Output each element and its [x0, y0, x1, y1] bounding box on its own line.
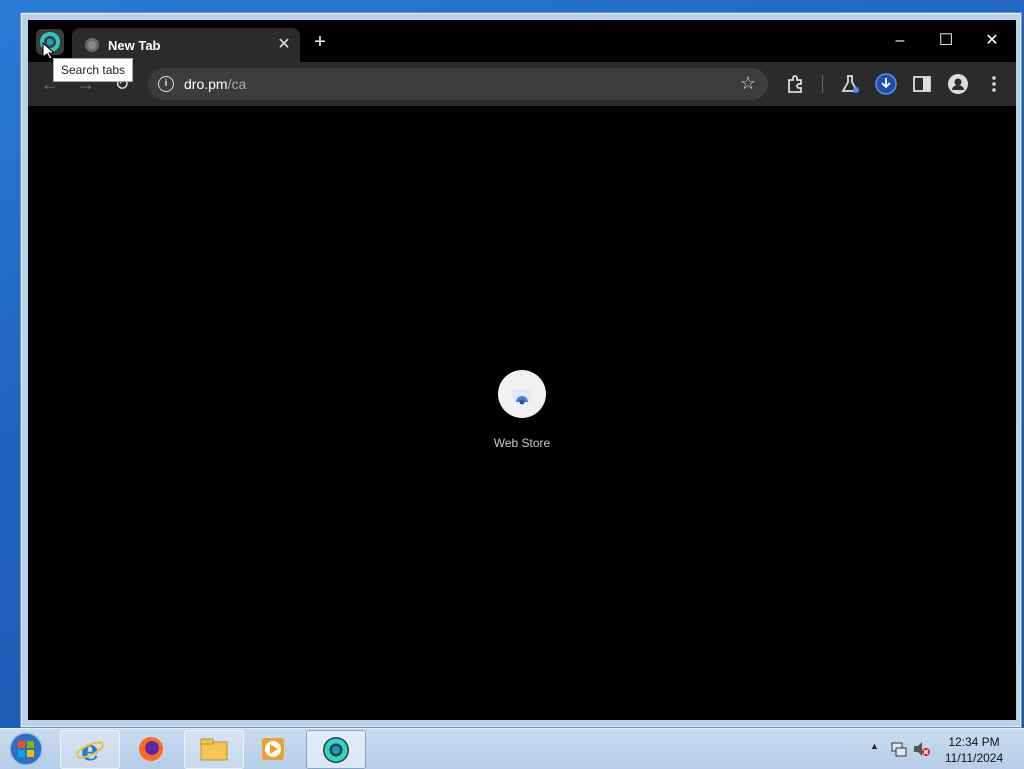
windows-start-icon[interactable] — [6, 731, 46, 767]
browser-window: New Tab ✕ + – ☐ ✕ ← → ↻ i dro.pm/ca ☆ We… — [28, 20, 1016, 720]
taskbar: e ▲ 12:34 PM 11/11/2024 — [0, 728, 1024, 769]
taskbar-media-player[interactable] — [244, 730, 302, 767]
shortcut-tile — [498, 370, 546, 418]
taskbar-file-explorer[interactable] — [184, 730, 244, 769]
close-window-button[interactable]: ✕ — [969, 26, 1015, 56]
toolbar-separator — [822, 75, 823, 93]
show-hidden-icons-icon[interactable]: ▲ — [870, 741, 879, 751]
media-player-icon — [262, 737, 284, 760]
taskbar-internet-explorer[interactable]: e — [60, 730, 120, 769]
internet-explorer-icon: e — [76, 735, 104, 765]
file-explorer-icon — [200, 738, 228, 760]
taskbar-firefox[interactable] — [122, 730, 180, 767]
network-icon[interactable] — [890, 740, 908, 758]
menu-icon[interactable] — [982, 72, 1006, 96]
chrome-dev-icon — [323, 736, 349, 763]
shortcut-label: Web Store — [493, 436, 551, 450]
taskbar-chrome-dev[interactable] — [306, 730, 366, 769]
download-icon[interactable] — [874, 72, 898, 96]
tab-new-tab[interactable]: New Tab ✕ — [72, 28, 300, 62]
clock-time: 12:34 PM — [948, 735, 1000, 749]
system-clock[interactable]: 12:34 PM 11/11/2024 — [936, 734, 1012, 766]
url-path: /ca — [227, 76, 247, 92]
search-tabs-tooltip: Search tabs — [53, 58, 134, 82]
new-tab-button[interactable]: + — [310, 32, 330, 52]
new-tab-page: Web Store — [28, 106, 1016, 720]
extensions-icon[interactable] — [784, 72, 808, 96]
site-info-icon[interactable]: i — [158, 76, 174, 92]
tab-close-icon[interactable]: ✕ — [274, 35, 294, 55]
mouse-cursor-icon — [42, 42, 54, 60]
url-text: dro.pm/ca — [184, 76, 246, 92]
bookmark-star-icon[interactable]: ☆ — [740, 73, 756, 94]
web-store-icon — [513, 389, 531, 405]
profile-icon[interactable] — [946, 72, 970, 96]
maximize-button[interactable]: ☐ — [923, 26, 969, 56]
side-panel-icon[interactable] — [910, 72, 934, 96]
minimize-button[interactable]: – — [877, 26, 923, 56]
url-host: dro.pm — [184, 76, 228, 92]
toolbar: ← → ↻ i dro.pm/ca ☆ — [28, 62, 1016, 106]
firefox-icon — [139, 736, 163, 761]
clock-date: 11/11/2024 — [944, 751, 1004, 765]
address-bar[interactable]: i dro.pm/ca ☆ — [148, 68, 768, 100]
tab-title: New Tab — [108, 38, 161, 53]
svg-text:e: e — [81, 735, 99, 765]
title-bar: New Tab ✕ + – ☐ ✕ — [28, 20, 1016, 62]
shortcut-web-store[interactable]: Web Store — [478, 370, 566, 450]
volume-muted-icon[interactable] — [912, 740, 930, 758]
globe-favicon-icon — [85, 38, 99, 52]
labs-icon[interactable] — [838, 72, 862, 96]
system-tray: ▲ — [868, 729, 930, 769]
